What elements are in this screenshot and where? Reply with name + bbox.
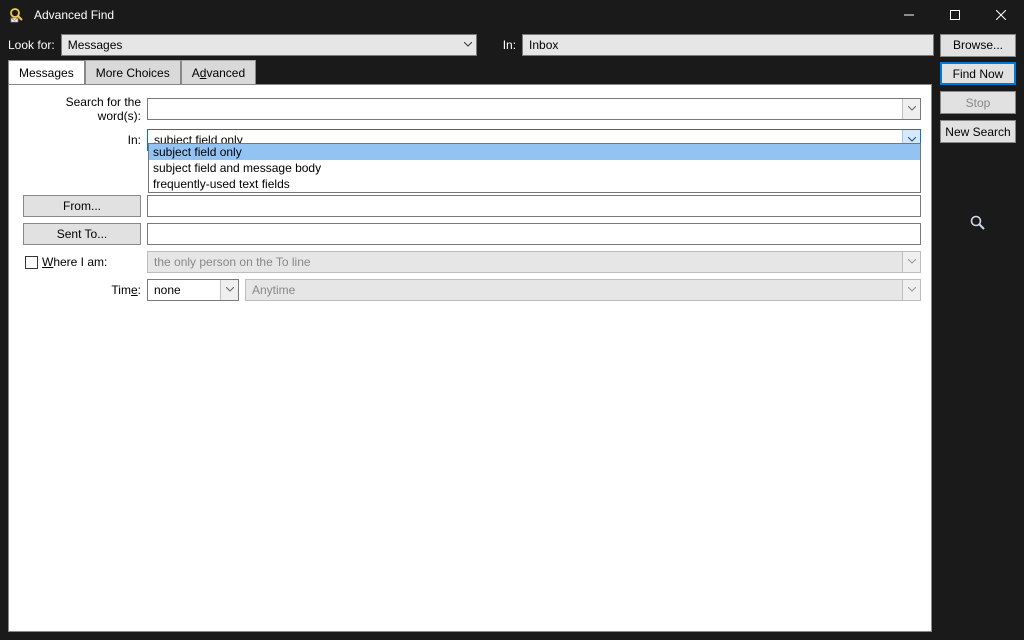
chevron-down-icon — [902, 280, 920, 300]
new-search-button[interactable]: New Search — [940, 120, 1016, 143]
search-in-label: In: — [19, 133, 141, 147]
chevron-down-icon — [220, 280, 238, 300]
tab-panel-messages: Search for the word(s): In: subject fiel… — [8, 84, 932, 632]
dropdown-option[interactable]: subject field and message body — [149, 160, 920, 176]
left-column: Messages More Choices Advanced Search fo… — [8, 60, 932, 632]
top-controls: Look for: Messages In: Inbox Browse... — [0, 30, 1024, 60]
dropdown-option[interactable]: frequently-used text fields — [149, 176, 920, 192]
chevron-down-icon — [902, 252, 920, 272]
chevron-down-icon — [902, 99, 920, 119]
minimize-icon — [904, 10, 914, 20]
body: Messages More Choices Advanced Search fo… — [0, 60, 1024, 640]
browse-button[interactable]: Browse... — [940, 34, 1016, 57]
time-label: Time: — [19, 283, 141, 297]
search-words-label: Search for the word(s): — [19, 95, 141, 123]
tab-strip: Messages More Choices Advanced — [8, 60, 932, 84]
where-i-am-value: the only person on the To line — [154, 255, 311, 269]
time-combo[interactable]: none — [147, 279, 239, 301]
minimize-button[interactable] — [886, 0, 932, 30]
look-for-label: Look for: — [8, 38, 55, 52]
time-value: none — [154, 283, 181, 297]
time-range-combo: Anytime — [245, 279, 921, 301]
stop-button: Stop — [940, 91, 1016, 114]
look-for-combo[interactable]: Messages — [61, 34, 477, 56]
find-now-button[interactable]: Find Now — [940, 62, 1016, 85]
window-title: Advanced Find — [34, 8, 114, 22]
chevron-down-icon — [464, 42, 472, 48]
time-range-value: Anytime — [252, 283, 295, 297]
sent-to-input[interactable] — [147, 223, 921, 245]
close-icon — [996, 10, 1006, 20]
titlebar: Advanced Find — [0, 0, 1024, 30]
search-words-input[interactable] — [147, 98, 921, 120]
search-in-dropdown: subject field only subject field and mes… — [148, 143, 921, 193]
in-label: In: — [503, 38, 516, 52]
maximize-icon — [950, 10, 960, 20]
magnifier-icon — [970, 215, 986, 231]
in-value: Inbox — [529, 38, 558, 52]
look-for-value: Messages — [68, 38, 123, 52]
maximize-button[interactable] — [932, 0, 978, 30]
app-icon — [0, 7, 34, 23]
advanced-find-window: Advanced Find Look for: Messages In: Inb… — [0, 0, 1024, 640]
dropdown-option[interactable]: subject field only — [149, 144, 920, 160]
where-i-am-combo: the only person on the To line — [147, 251, 921, 273]
close-button[interactable] — [978, 0, 1024, 30]
where-i-am-label: Where I am: — [19, 255, 141, 269]
from-input[interactable] — [147, 195, 921, 217]
sent-to-button[interactable]: Sent To... — [23, 223, 141, 245]
from-button[interactable]: From... — [23, 195, 141, 217]
where-i-am-checkbox[interactable] — [25, 256, 38, 269]
tab-messages[interactable]: Messages — [8, 60, 85, 84]
in-textbox[interactable]: Inbox — [522, 34, 934, 56]
side-column: Find Now Stop New Search — [940, 60, 1016, 632]
tab-more-choices[interactable]: More Choices — [85, 60, 181, 84]
tab-advanced[interactable]: Advanced — [181, 60, 256, 84]
